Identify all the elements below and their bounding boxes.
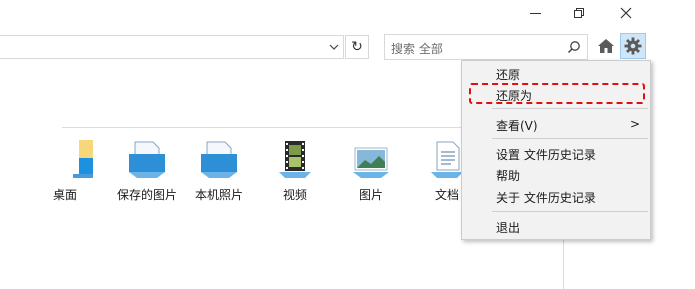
minimize-icon [529, 12, 541, 14]
gear-icon [624, 37, 642, 55]
menu-separator [492, 211, 648, 212]
menu-item-label: 查看(V) [496, 119, 538, 133]
menu-item-help[interactable]: 帮助 [462, 165, 650, 185]
tile-saved-pictures[interactable]: 保存的图片 [112, 140, 182, 210]
close-icon [620, 7, 632, 19]
tile-camera-roll[interactable]: 本机照片 [184, 140, 254, 210]
address-bar[interactable] [0, 35, 344, 59]
menu-item-label: 退出 [496, 221, 521, 235]
tile-label: 图片 [358, 188, 383, 202]
menu-item-settings[interactable]: 设置 文件历史记录 [462, 144, 650, 164]
refresh-icon: ↻ [351, 39, 363, 55]
home-icon [598, 39, 614, 53]
camera-roll-icon [201, 141, 237, 178]
settings-button[interactable] [620, 33, 646, 59]
chevron-down-icon[interactable] [329, 41, 339, 53]
saved-pictures-icon [129, 141, 165, 178]
menu-item-restore[interactable]: 还原 [462, 64, 650, 84]
menu-item-label: 还原 [496, 68, 521, 82]
menu-item-view[interactable]: 查看(V) > [462, 115, 650, 135]
tile-label: 视频 [282, 188, 307, 202]
search-input[interactable]: 搜索 全部 [384, 34, 588, 60]
pane-divider [563, 240, 564, 289]
tile-videos[interactable]: 视频 [260, 140, 330, 210]
refresh-button[interactable]: ↻ [345, 35, 369, 59]
tile-label: 保存的图片 [116, 188, 177, 202]
search-placeholder: 搜索 全部 [391, 42, 443, 56]
menu-separator [492, 108, 648, 109]
menu-item-label: 设置 文件历史记录 [496, 148, 596, 162]
menu-item-exit[interactable]: 退出 [462, 217, 650, 237]
menu-item-label: 关于 文件历史记录 [496, 191, 596, 205]
minimize-button[interactable] [512, 0, 558, 26]
menu-item-label: 帮助 [496, 169, 521, 183]
restore-icon [574, 8, 584, 18]
content-divider [62, 127, 502, 128]
pictures-icon [353, 147, 389, 178]
tile-pictures[interactable]: 图片 [336, 140, 406, 210]
menu-separator [492, 138, 648, 139]
desktop-folder-icon [73, 140, 93, 178]
home-button[interactable] [596, 36, 616, 56]
restore-button[interactable] [556, 0, 602, 26]
close-button[interactable] [603, 0, 649, 26]
chevron-right-icon: > [629, 117, 640, 131]
menu-item-about[interactable]: 关于 文件历史记录 [462, 187, 650, 207]
tile-desktop[interactable]: 桌面 [38, 140, 108, 210]
search-icon [567, 41, 580, 54]
tile-label: 桌面 [52, 188, 77, 202]
highlight-box [469, 83, 645, 104]
video-icon [279, 141, 311, 178]
tile-label: 本机照片 [194, 188, 243, 202]
